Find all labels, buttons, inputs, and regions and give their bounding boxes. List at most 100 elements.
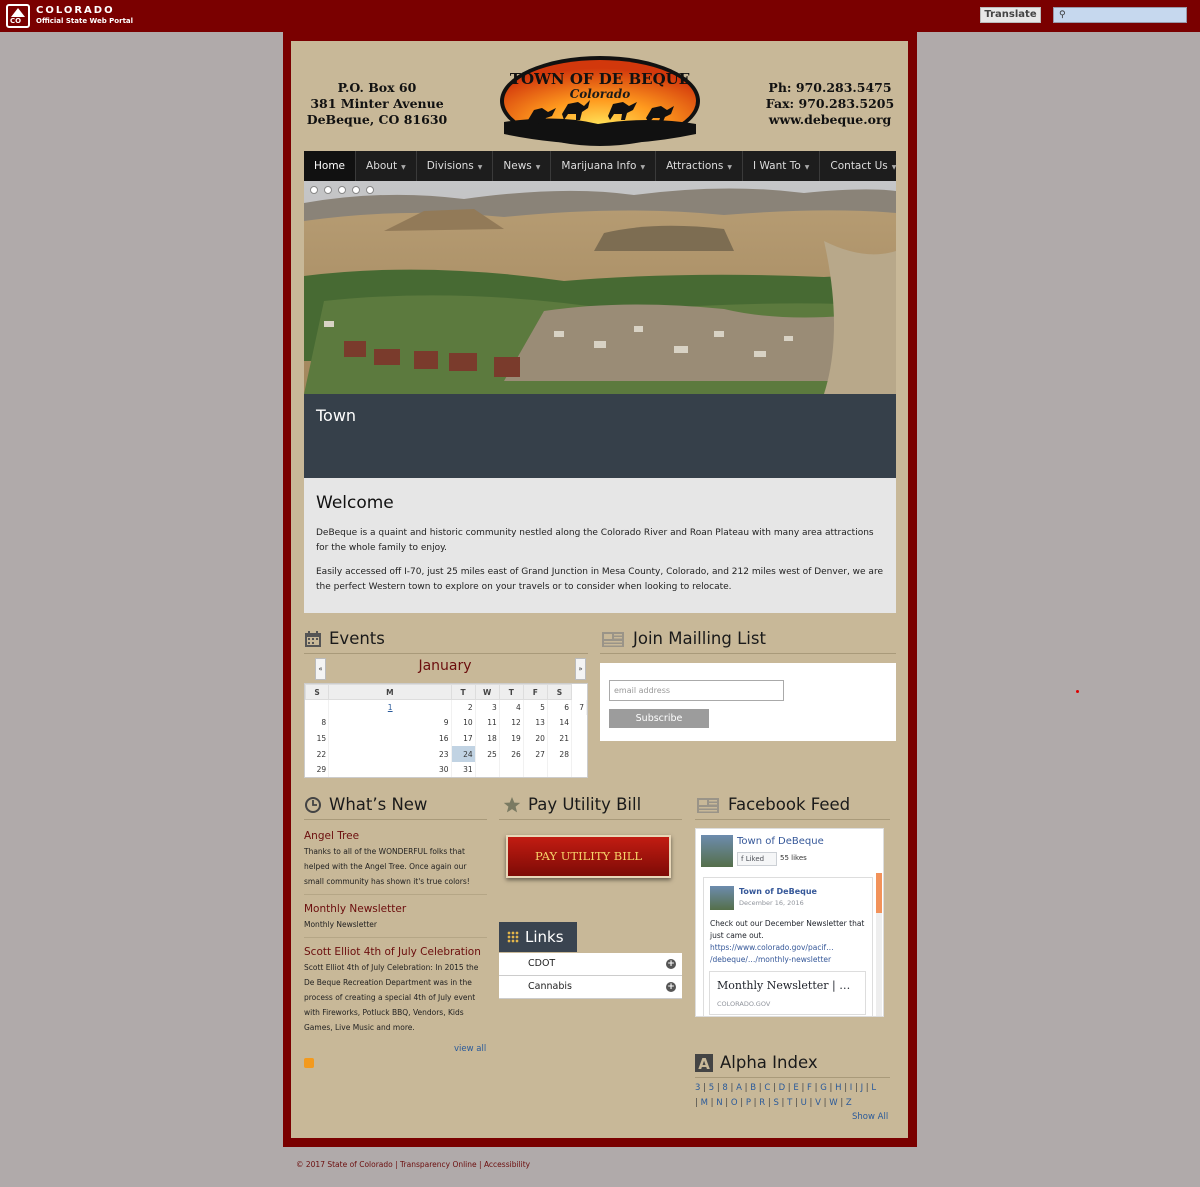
logo-title: TOWN OF DE BEQUE [510, 70, 690, 88]
slide-dot[interactable] [338, 186, 346, 194]
separator: | [737, 1098, 746, 1108]
slide-dot[interactable] [366, 186, 374, 194]
news-item-title[interactable]: Scott Elliot 4th of July Celebration [304, 946, 481, 958]
nav-item-attractions[interactable]: Attractions ▼ [656, 151, 744, 181]
view-all-link[interactable]: view all [454, 1044, 486, 1054]
translate-button[interactable]: Translate [980, 7, 1041, 23]
slideshow-image[interactable] [304, 181, 896, 394]
main-nav: Home About ▼ Divisions ▼ News ▼ Marijuana I… [304, 151, 896, 181]
alpha-index-row: 3 | 5 | 8 | A | B | C | D | E | F | G | … [695, 1081, 890, 1096]
alpha-index-letter[interactable]: L [871, 1083, 876, 1093]
nav-item-news[interactable]: News ▼ [493, 151, 552, 181]
news-item-body: Thanks to all of the WONDERFUL folks tha… [304, 847, 470, 886]
calendar-day: 26 [499, 746, 524, 762]
transparency-link[interactable]: Transparency Online [400, 1160, 477, 1169]
separator: | [798, 1083, 808, 1093]
calendar-day: 14 [547, 715, 572, 731]
alpha-index-letter[interactable]: G [820, 1083, 827, 1093]
calendar-day-link[interactable]: 1 [328, 699, 452, 716]
link-item-cdot[interactable]: CDOT + [499, 953, 682, 976]
calendar-day: 28 [547, 746, 572, 762]
calendar-day: 17 [451, 730, 476, 747]
rss-icon[interactable] [304, 1058, 314, 1068]
calendar-day [547, 761, 572, 778]
calendar-prev-button[interactable]: « [315, 658, 326, 680]
slide-dot[interactable] [352, 186, 360, 194]
nav-item-contact-us[interactable]: Contact Us ▼ [820, 151, 906, 181]
email-field[interactable]: email address [609, 680, 784, 701]
town-logo[interactable]: TOWN OF DE BEQUE Colorado [498, 54, 702, 148]
slide-dot[interactable] [324, 186, 332, 194]
calendar-day [305, 699, 330, 716]
calendar-day: 20 [523, 730, 548, 747]
page-avatar[interactable] [701, 835, 733, 867]
colorado-portal-logo[interactable]: CO COLORADO Official State Web Portal [6, 4, 133, 28]
pay-utility-bill-button[interactable]: PAY UTILITY BILL [506, 835, 671, 878]
search-input[interactable]: ⚲ [1053, 7, 1187, 23]
news-item-title[interactable]: Monthly Newsletter [304, 903, 406, 915]
calendar-day: 9 [328, 715, 452, 731]
welcome-title: Welcome [316, 493, 394, 513]
post-link[interactable]: https://www.colorado.gov/pacif… /debeque… [710, 942, 870, 966]
separator: | [722, 1098, 731, 1108]
nav-item-about[interactable]: About ▼ [356, 151, 417, 181]
expand-icon[interactable]: + [666, 982, 676, 992]
nav-item-i-want-to[interactable]: I Want To ▼ [743, 151, 821, 181]
subscribe-button[interactable]: Subscribe [609, 709, 709, 728]
accessibility-link[interactable]: Accessibility [484, 1160, 530, 1169]
calendar-day: 2 [451, 699, 476, 716]
card-domain: COLORADO.GOV [717, 1000, 771, 1008]
scrollbar-thumb[interactable] [876, 873, 882, 913]
page-name-link[interactable]: Town of DeBeque [737, 836, 824, 847]
news-item-body: Scott Elliot 4th of July Celebration: In… [304, 963, 479, 1032]
nav-item-home[interactable]: Home [304, 151, 357, 181]
expand-icon[interactable]: + [666, 959, 676, 969]
calendar-day: 12 [499, 715, 524, 731]
nav-item-marijuana-info[interactable]: Marijuana Info ▼ [551, 151, 657, 181]
separator: | [778, 1098, 788, 1108]
calendar-day: 23 [328, 746, 452, 762]
calendar-day: 15 [305, 730, 330, 747]
separator: | [820, 1098, 830, 1108]
welcome-paragraph: DeBeque is a quaint and historic communi… [316, 528, 874, 553]
divider [304, 819, 487, 820]
link-preview-card[interactable]: Monthly Newsletter | … COLORADO.GOV [709, 971, 866, 1015]
weekday-header: M [328, 684, 452, 700]
caret-down-icon: ▼ [640, 164, 646, 171]
alpha-index-letter[interactable]: W [829, 1098, 837, 1108]
calendar-day [475, 761, 500, 778]
weekday-header: T [498, 684, 524, 700]
phone-number: Ph: 970.283.5475 [768, 80, 892, 95]
alpha-index-heading: A Alpha Index [695, 1053, 818, 1072]
separator: | [750, 1098, 760, 1108]
calendar-next-button[interactable]: » [575, 658, 586, 680]
scrollbar[interactable] [876, 873, 882, 1016]
separator: | [700, 1083, 709, 1093]
separator: | [837, 1098, 846, 1108]
slide-dot[interactable] [310, 186, 318, 194]
post-author-link[interactable]: Town of DeBeque [739, 887, 817, 896]
events-calendar: S M T W T F S 1 2 3 4 5 6 7 8 9 10 11 12… [304, 683, 588, 779]
calendar-day: 19 [499, 730, 524, 747]
mailing-list-heading: Join Mailling List [600, 629, 766, 648]
nav-item-divisions[interactable]: Divisions ▼ [417, 151, 494, 181]
separator: | [741, 1083, 751, 1093]
alpha-index-letters: 3 | 5 | 8 | A | B | C | D | E | F | G | … [695, 1081, 890, 1111]
alpha-index-letter[interactable]: M [701, 1098, 708, 1108]
post-avatar[interactable] [710, 886, 734, 910]
alpha-index-letter[interactable]: Z [846, 1098, 852, 1108]
calendar-day [523, 761, 548, 778]
svg-text:A: A [698, 1055, 710, 1072]
liked-button[interactable]: f Liked [737, 852, 777, 866]
link-item-cannabis[interactable]: Cannabis + [499, 976, 682, 999]
links-heading: Links [499, 922, 577, 952]
news-item-title[interactable]: Angel Tree [304, 830, 359, 842]
caret-down-icon: ▼ [891, 164, 897, 171]
newspaper-icon [602, 631, 624, 647]
post-date[interactable]: December 16, 2016 [739, 899, 804, 907]
slide-indicators [310, 186, 380, 194]
show-all-link[interactable]: Show All [852, 1112, 888, 1122]
copyright[interactable]: © 2017 State of Colorado [296, 1160, 393, 1169]
cursor-marker [1076, 690, 1079, 693]
alpha-index-letter[interactable]: O [731, 1098, 738, 1108]
